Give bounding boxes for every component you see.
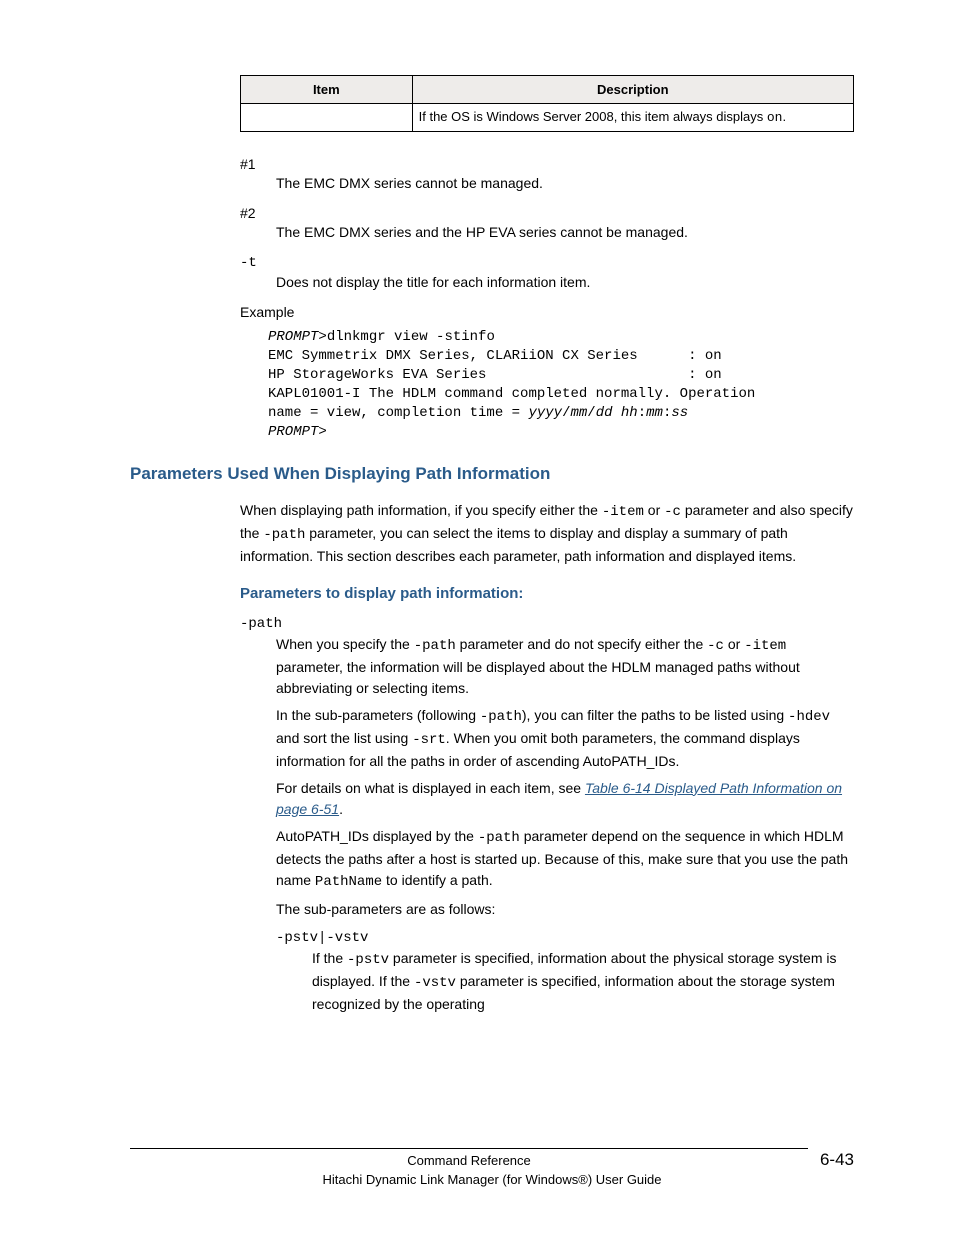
code-text: KAPL01001-I The HDLM command completed n… xyxy=(268,386,755,402)
inline-code: -pstv xyxy=(347,952,389,968)
param-pstv-label: -pstv|-vstv xyxy=(276,930,854,946)
text: If the xyxy=(312,950,347,966)
footer-row-1: Command Reference 6-43 xyxy=(130,1148,854,1170)
inline-code: -path xyxy=(263,527,305,543)
text: parameter, you can select the items to d… xyxy=(240,525,796,564)
text: and sort the list using xyxy=(276,730,412,746)
table-cell-description: If the OS is Windows Server 2008, this i… xyxy=(412,104,853,132)
code-example: PROMPT>dlnkmgr view -stinfo EMC Symmetri… xyxy=(268,328,854,441)
page: Item Description If the OS is Windows Se… xyxy=(0,0,954,1235)
code-prompt: PROMPT xyxy=(268,329,318,345)
inline-code: -path xyxy=(480,709,522,725)
option-t-text: Does not display the title for each info… xyxy=(276,273,854,293)
code-text: EMC Symmetrix DMX Series, CLARiiON CX Se… xyxy=(268,348,722,364)
footnote-1: #1 The EMC DMX series cannot be managed. xyxy=(240,156,854,194)
description-table: Item Description If the OS is Windows Se… xyxy=(240,75,854,132)
text: or xyxy=(644,502,664,518)
cell-text: If the OS is Windows Server 2008, this i… xyxy=(419,109,767,124)
code-var: dd xyxy=(596,405,613,421)
inline-code: -path xyxy=(414,638,456,654)
param-path-label: -path xyxy=(240,616,854,632)
param-path-desc: When you specify the -path parameter and… xyxy=(276,634,854,920)
code-sep xyxy=(613,405,621,421)
code-var: mm xyxy=(570,405,587,421)
param-pstv-desc: If the -pstv parameter is specified, inf… xyxy=(312,948,854,1015)
inline-code: -vstv xyxy=(414,975,456,991)
code-var: ss xyxy=(671,405,688,421)
sub-heading: Parameters to display path information: xyxy=(240,585,854,602)
table-header-description: Description xyxy=(412,76,853,104)
table-header-item: Item xyxy=(241,76,413,104)
param-path-p1: When you specify the -path parameter and… xyxy=(276,634,854,699)
code-text: > xyxy=(318,424,326,440)
code-var: hh xyxy=(621,405,638,421)
inline-code: -c xyxy=(664,504,681,520)
footnote-2: #2 The EMC DMX series and the HP EVA ser… xyxy=(240,205,854,243)
option-t: -t Does not display the title for each i… xyxy=(240,255,854,293)
param-path-p3: For details on what is displayed in each… xyxy=(276,778,854,820)
cell-code: on xyxy=(767,110,783,125)
table-header-row: Item Description xyxy=(241,76,854,104)
param-path-p2: In the sub-parameters (following -path),… xyxy=(276,705,854,772)
inline-code: -srt xyxy=(412,732,446,748)
text: to identify a path. xyxy=(382,872,493,888)
section-intro: When displaying path information, if you… xyxy=(240,500,854,567)
text: For details on what is displayed in each… xyxy=(276,780,585,796)
text: parameter and do not specify either the xyxy=(456,636,707,652)
section-heading: Parameters Used When Displaying Path Inf… xyxy=(130,464,854,484)
page-number: 6-43 xyxy=(808,1150,854,1170)
cell-text-suffix: . xyxy=(782,109,786,124)
footnote-2-text: The EMC DMX series and the HP EVA series… xyxy=(276,223,854,243)
text: In the sub-parameters (following xyxy=(276,707,480,723)
footnote-2-label: #2 xyxy=(240,205,854,221)
option-t-label: -t xyxy=(240,255,854,271)
code-prompt: PROMPT xyxy=(268,424,318,440)
inline-code: -hdev xyxy=(788,709,830,725)
inline-code: PathName xyxy=(315,874,382,890)
content-area: Item Description If the OS is Windows Se… xyxy=(240,75,854,1015)
text: or xyxy=(724,636,744,652)
text: . xyxy=(339,801,343,817)
code-text: name = view, completion time = xyxy=(268,405,528,421)
text: ), you can filter the paths to be listed… xyxy=(522,707,788,723)
inline-code: -item xyxy=(602,504,644,520)
code-text: HP StorageWorks EVA Series : on xyxy=(268,367,722,383)
table-cell-item xyxy=(241,104,413,132)
code-var: yyyy xyxy=(528,405,562,421)
text: When displaying path information, if you… xyxy=(240,502,602,518)
footer-chapter-text: Command Reference xyxy=(407,1153,531,1168)
code-sep: : xyxy=(638,405,646,421)
text: parameter, the information will be displ… xyxy=(276,659,800,696)
footer-rule xyxy=(130,1148,808,1149)
footer-chapter: Command Reference xyxy=(130,1148,808,1168)
table-row: If the OS is Windows Server 2008, this i… xyxy=(241,104,854,132)
inline-code: -path xyxy=(478,830,520,846)
text: When you specify the xyxy=(276,636,414,652)
inline-code: -c xyxy=(707,638,724,654)
footer-book-title: Hitachi Dynamic Link Manager (for Window… xyxy=(130,1172,854,1187)
code-var: mm xyxy=(646,405,663,421)
param-path-p5: The sub-parameters are as follows: xyxy=(276,899,854,920)
inline-code: -item xyxy=(744,638,786,654)
page-footer: Command Reference 6-43 Hitachi Dynamic L… xyxy=(130,1148,854,1187)
example-label: Example xyxy=(240,304,854,320)
footnote-1-label: #1 xyxy=(240,156,854,172)
code-sep: / xyxy=(587,405,595,421)
footnote-1-text: The EMC DMX series cannot be managed. xyxy=(276,174,854,194)
text: AutoPATH_IDs displayed by the xyxy=(276,828,478,844)
code-text: >dlnkmgr view -stinfo xyxy=(318,329,494,345)
param-path-p4: AutoPATH_IDs displayed by the -path para… xyxy=(276,826,854,893)
